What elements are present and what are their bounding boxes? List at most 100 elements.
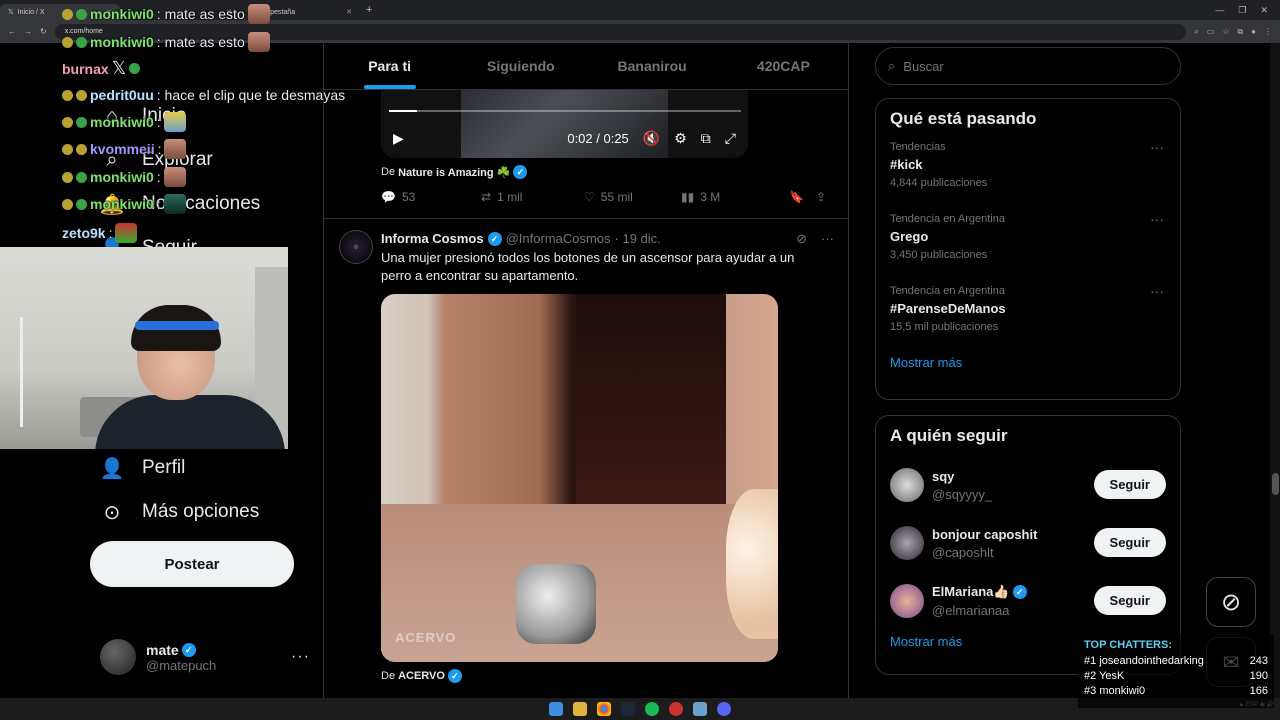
more-dots-icon[interactable]: ··· xyxy=(821,231,834,247)
top-chatter-row: #2 YesK 190 xyxy=(1084,670,1268,682)
trend-item[interactable]: Tendencia en Argentina Grego 3,450 publi… xyxy=(876,211,1180,283)
sub-badge-icon xyxy=(76,143,87,155)
trend-item[interactable]: Tendencias #kick 4,844 publicaciones ··· xyxy=(876,139,1180,211)
settings-gear-icon[interactable]: ⚙ xyxy=(674,130,687,147)
tweet-video[interactable]: ACERVO xyxy=(381,294,778,662)
steam-icon[interactable] xyxy=(621,702,635,716)
video-watermark: ACERVO xyxy=(395,630,457,645)
video-source: De ACERVO ✓ xyxy=(381,669,462,683)
scrollbar-thumb[interactable] xyxy=(1272,473,1279,495)
follow-button[interactable]: Seguir xyxy=(1093,470,1166,499)
more-dots-icon[interactable]: ··· xyxy=(291,648,310,666)
avatar xyxy=(890,468,924,502)
views-chart-icon: ▮▮ xyxy=(681,190,695,204)
source-name[interactable]: Nature is Amazing ☘️ xyxy=(398,166,510,179)
chat-line: monkiwi0: xyxy=(62,112,186,132)
windows-start-icon[interactable] xyxy=(549,702,563,716)
more-dots-icon[interactable]: ··· xyxy=(1150,211,1164,227)
source-name[interactable]: ACERVO xyxy=(398,670,445,682)
search-input[interactable]: ⌕ Buscar xyxy=(875,47,1181,85)
webcam-person xyxy=(95,305,285,449)
discord-icon[interactable] xyxy=(717,702,731,716)
emote-icon xyxy=(247,32,270,52)
chat-message: : xyxy=(156,196,161,212)
tab-siguiendo[interactable]: Siguiendo xyxy=(455,43,586,89)
scrollbar[interactable] xyxy=(1270,43,1280,700)
video-controls: ▶ 0:02 / 0:25 🔇 ⚙ ⧉ ⤢ xyxy=(381,126,748,150)
account-switcher[interactable]: mate ✓ @matepuch ··· xyxy=(100,638,310,676)
cast-icon[interactable]: ▭ xyxy=(1207,27,1215,37)
sidebar-item-mas-opciones[interactable]: ⊙ Más opciones xyxy=(100,500,260,524)
trend-count: 4,844 publicaciones xyxy=(890,177,988,189)
trend-context: Tendencia en Argentina xyxy=(890,213,1005,225)
tab-para-ti[interactable]: Para ti xyxy=(324,43,455,89)
chat-user: kvommeii xyxy=(90,141,155,157)
maximize-icon[interactable]: ❐ xyxy=(1238,5,1246,16)
follow-suggestion[interactable]: bonjour caposhit @caposhlt Seguir xyxy=(876,514,1180,572)
play-icon[interactable]: ▶ xyxy=(393,130,404,147)
repost-button[interactable]: ⇄ 1 mil xyxy=(481,190,584,204)
forward-icon[interactable]: → xyxy=(24,27,32,36)
trend-count: 3,450 publicaciones xyxy=(890,249,988,261)
avatar[interactable]: ◎ xyxy=(339,230,373,264)
fullscreen-icon[interactable]: ⤢ xyxy=(725,130,736,147)
emote-icon xyxy=(129,63,141,74)
video-progress-bar[interactable] xyxy=(389,110,741,112)
follow-button[interactable]: Seguir xyxy=(1093,528,1166,557)
obs-icon[interactable] xyxy=(669,702,683,716)
share-button[interactable]: ⇪ xyxy=(816,190,826,204)
sidebar-item-perfil[interactable]: 👤 Perfil xyxy=(100,456,186,480)
tab-420cap[interactable]: 420CAP xyxy=(718,43,848,89)
author-handle[interactable]: @InformaCosmos xyxy=(506,231,611,246)
app-icon[interactable] xyxy=(693,702,707,716)
grok-button[interactable]: ⊘ xyxy=(1206,577,1256,627)
extension-icon[interactable]: ⧉ xyxy=(1237,27,1243,37)
file-explorer-icon[interactable] xyxy=(573,702,587,716)
like-count: 55 mil xyxy=(600,190,633,204)
close-window-icon[interactable]: ✕ xyxy=(1260,5,1268,16)
post-button[interactable]: Postear xyxy=(90,541,294,587)
reload-icon[interactable]: ↻ xyxy=(40,27,47,36)
sidebar-item-label: Más opciones xyxy=(142,501,260,522)
sub-badge-icon xyxy=(62,8,73,20)
tweet-date[interactable]: · 19 dic. xyxy=(615,231,661,246)
avatar xyxy=(890,584,924,618)
minimize-icon[interactable]: — xyxy=(1215,5,1224,16)
menu-icon[interactable]: ⋮ xyxy=(1264,27,1272,37)
profile-icon[interactable]: ● xyxy=(1251,27,1256,37)
trend-item[interactable]: Tendencia en Argentina #ParenseDeManos 1… xyxy=(876,283,1180,355)
follow-suggestion[interactable]: sqy @sqyyyy_ Seguir xyxy=(876,456,1180,514)
close-tab-icon[interactable]: ✕ xyxy=(346,8,352,16)
mute-icon[interactable]: 🔇 xyxy=(643,130,660,147)
zoom-icon[interactable]: ⌕ xyxy=(1194,27,1198,37)
spotify-icon[interactable] xyxy=(645,702,659,716)
webcam-body xyxy=(95,395,285,449)
more-dots-icon[interactable]: ··· xyxy=(1150,283,1164,299)
tweet-actions: 💬 53 ⇄ 1 mil ♡ 55 mil ▮▮ 3 M 🔖 ⇪ xyxy=(381,190,836,204)
account-name-row: mate ✓ xyxy=(146,642,216,658)
chrome-icon[interactable] xyxy=(597,702,611,716)
verified-badge-icon: ✓ xyxy=(487,231,502,246)
video-player[interactable]: ▶ 0:02 / 0:25 🔇 ⚙ ⧉ ⤢ xyxy=(381,90,748,158)
chat-user: monkiwi0 xyxy=(90,196,154,212)
author-name[interactable]: Informa Cosmos xyxy=(381,231,484,246)
like-button[interactable]: ♡ 55 mil xyxy=(584,190,681,204)
bookmark-star-icon[interactable]: ☆ xyxy=(1222,27,1229,37)
more-dots-icon[interactable]: ··· xyxy=(1150,139,1164,155)
bookmark-button[interactable]: 🔖 xyxy=(789,190,816,204)
follow-button[interactable]: Seguir xyxy=(1093,586,1166,615)
tab-bananirou[interactable]: Bananirou xyxy=(587,43,718,89)
pip-icon[interactable]: ⧉ xyxy=(701,130,711,147)
trend-name: Grego xyxy=(890,229,929,244)
search-icon: ⌕ xyxy=(888,58,896,73)
back-icon[interactable]: ← xyxy=(8,27,16,36)
suggestion-name: bonjour caposhit xyxy=(932,526,1038,542)
show-more-link[interactable]: Mostrar más xyxy=(876,355,1180,370)
sub-badge-icon xyxy=(76,89,87,101)
follow-suggestion[interactable]: ElMariana👍🏻 ✓ @elmarianaa Seguir xyxy=(876,572,1180,630)
views-button[interactable]: ▮▮ 3 M xyxy=(681,190,789,204)
grok-icon[interactable]: ⊘ xyxy=(796,231,807,247)
new-tab-button[interactable]: + xyxy=(360,4,378,16)
chat-message: : xyxy=(156,169,161,185)
reply-button[interactable]: 💬 53 xyxy=(381,190,481,204)
